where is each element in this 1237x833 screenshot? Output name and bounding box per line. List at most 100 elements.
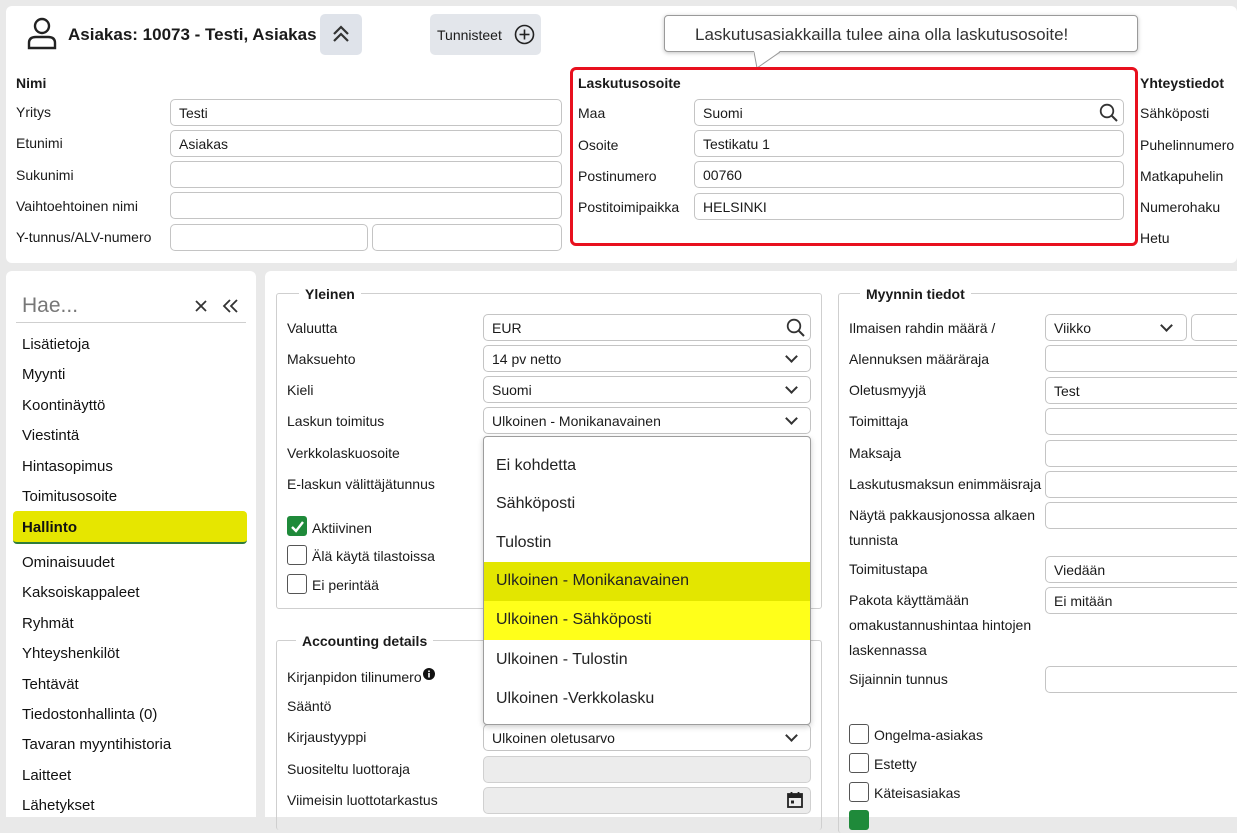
blocked-checkbox[interactable] — [849, 753, 869, 773]
tags-button[interactable]: Tunnisteet — [430, 14, 541, 55]
payer-input[interactable] — [1045, 440, 1237, 467]
packing-queue-label-line2: tunnista — [849, 532, 899, 548]
lastname-input[interactable] — [170, 161, 562, 188]
discount-limit-input[interactable] — [1045, 345, 1237, 372]
contact-mobile-label: Matkapuhelin — [1140, 168, 1224, 184]
check-icon — [291, 521, 304, 533]
sidebar-item-delivery-address[interactable]: Toimitusosoite — [22, 488, 117, 505]
payer-label: Maksaja — [849, 445, 902, 461]
free-freight-amount-input[interactable] — [1191, 314, 1237, 341]
payterm-select[interactable]: 14 pv netto — [483, 345, 811, 372]
cash-customer-checkbox[interactable] — [849, 782, 869, 802]
dropdown-option-external-email[interactable]: Ulkoinen - Sähköposti — [484, 601, 810, 640]
dropdown-option-printer[interactable]: Tulostin — [484, 524, 810, 563]
double-chevron-up-icon — [333, 25, 349, 42]
sidebar-item-communication[interactable]: Viestintä — [22, 427, 79, 444]
problem-customer-checkbox[interactable] — [849, 724, 869, 744]
sidebar-item-file-management[interactable]: Tiedostonhallinta (0) — [22, 706, 157, 723]
discount-limit-label: Alennuksen määräraja — [849, 351, 990, 367]
no-stats-checkbox[interactable] — [287, 545, 307, 565]
vat-input-2[interactable] — [372, 224, 562, 251]
dropdown-option-external-printer[interactable]: Ulkoinen - Tulostin — [484, 641, 810, 680]
credit-limit-input — [483, 756, 811, 783]
contact-email-label: Sähköposti — [1140, 105, 1210, 121]
supplier-input[interactable] — [1045, 408, 1237, 435]
last-credit-check-input — [483, 787, 811, 814]
active-label: Aktiivinen — [312, 520, 372, 536]
no-collection-label: Ei perintää — [312, 577, 379, 593]
sidebar-item-duplicates[interactable]: Kaksoiskappaleet — [22, 584, 140, 601]
billing-highlight-box — [570, 67, 1138, 246]
delivery-method-input[interactable]: Viedään — [1045, 556, 1237, 583]
info-icon[interactable] — [423, 668, 435, 680]
force-cost-price-input[interactable]: Ei mitään — [1045, 587, 1237, 614]
free-freight-label: Ilmaisen rahdin määrä / — [849, 320, 996, 336]
no-stats-label: Älä käytä tilastoissa — [312, 548, 435, 564]
sidebar-item-additional-info[interactable]: Lisätietoja — [22, 336, 90, 353]
dropdown-option-external-einvoice[interactable]: Ulkoinen -Verkkolasku — [484, 680, 810, 719]
double-chevron-left-icon[interactable] — [222, 298, 240, 314]
sidebar-item-groups[interactable]: Ryhmät — [22, 615, 74, 632]
page-title: Asiakas: 10073 - Testi, Asiakas — [68, 25, 317, 44]
force-cost-price-label-line1: Pakota käyttämään — [849, 592, 969, 608]
plus-circle-icon — [514, 24, 535, 45]
sidebar-item-dashboard[interactable]: Koontinäyttö — [22, 397, 105, 414]
tags-button-label: Tunnisteet — [437, 27, 502, 43]
payterm-label: Maksuehto — [287, 351, 356, 367]
packing-queue-input[interactable] — [1045, 502, 1237, 529]
vat-input-1[interactable] — [170, 224, 368, 251]
active-checkbox[interactable] — [287, 516, 307, 536]
sidebar-item-sales[interactable]: Myynti — [22, 366, 65, 383]
sidebar-item-administration[interactable]: Hallinto — [22, 519, 77, 536]
sidebar-item-shipments[interactable]: Lähetykset — [22, 797, 95, 814]
sidebar-item-tasks[interactable]: Tehtävät — [22, 676, 79, 693]
blocked-label: Estetty — [874, 756, 917, 772]
no-collection-checkbox[interactable] — [287, 574, 307, 594]
name-section-heading: Nimi — [16, 75, 47, 91]
credit-limit-label: Suositeltu luottoraja — [287, 761, 410, 777]
invoice-fee-limit-input[interactable] — [1045, 471, 1237, 498]
dropdown-option-none[interactable]: Ei kohdetta — [484, 447, 810, 486]
contact-phone-label: Puhelinnumero — [1140, 137, 1235, 153]
default-seller-input[interactable]: Test — [1045, 377, 1237, 404]
altname-label: Vaihtoehtoinen nimi — [16, 198, 138, 214]
dropdown-option-external-multichannel[interactable]: Ulkoinen - Monikanavainen — [484, 562, 810, 601]
force-cost-price-label-line3: laskennassa — [849, 642, 927, 658]
sidebar-search-underline — [16, 322, 246, 323]
sidebar-item-devices[interactable]: Laitteet — [22, 767, 71, 784]
sidebar-item-properties[interactable]: Ominaisuudet — [22, 554, 115, 571]
sales-heading: Myynnin tiedot — [860, 286, 971, 302]
rule-label: Sääntö — [287, 698, 332, 714]
company-input[interactable]: Testi — [170, 99, 562, 126]
posting-type-label: Kirjaustyyppi — [287, 729, 367, 745]
sidebar-search-input[interactable]: Hae... — [22, 294, 78, 318]
language-label: Kieli — [287, 382, 314, 398]
sidebar-item-contacts[interactable]: Yhteyshenkilöt — [22, 645, 120, 662]
contact-ssn-label: Hetu — [1140, 230, 1170, 246]
sidebar-item-sales-history[interactable]: Tavaran myyntihistoria — [22, 736, 171, 753]
user-icon — [27, 17, 57, 50]
altname-input[interactable] — [170, 192, 562, 219]
accounting-heading: Accounting details — [296, 633, 434, 649]
firstname-input[interactable]: Asiakas — [170, 130, 562, 157]
invoice-delivery-dropdown: Ei kohdetta Sähköposti Tulostin Ulkoinen… — [483, 436, 811, 725]
posting-type-select[interactable]: Ulkoinen oletusarvo — [483, 724, 811, 751]
sidebar-item-price-agreement[interactable]: Hintasopimus — [22, 458, 113, 475]
currency-label: Valuutta — [287, 320, 338, 336]
einvoice-broker-label: E-laskun välittäjätunnus — [287, 476, 435, 492]
partial-checkbox[interactable] — [849, 810, 869, 830]
delivery-method-label: Toimitustapa — [849, 561, 928, 577]
calendar-icon[interactable] — [786, 791, 804, 809]
collapse-header-button[interactable] — [320, 14, 362, 55]
search-icon[interactable] — [786, 318, 806, 338]
language-select[interactable]: Suomi — [483, 376, 811, 403]
einvoice-address-label: Verkkolaskuosoite — [287, 445, 400, 461]
invoice-delivery-select[interactable]: Ulkoinen - Monikanavainen — [483, 407, 811, 434]
currency-input[interactable]: EUR — [483, 314, 811, 341]
vat-label: Y-tunnus/ALV-numero — [16, 229, 152, 245]
location-id-input[interactable] — [1045, 666, 1237, 693]
close-icon[interactable] — [194, 299, 208, 313]
account-number-label: Kirjanpidon tilinumero — [287, 669, 422, 685]
firstname-label: Etunimi — [16, 135, 63, 151]
dropdown-option-email[interactable]: Sähköposti — [484, 485, 810, 524]
